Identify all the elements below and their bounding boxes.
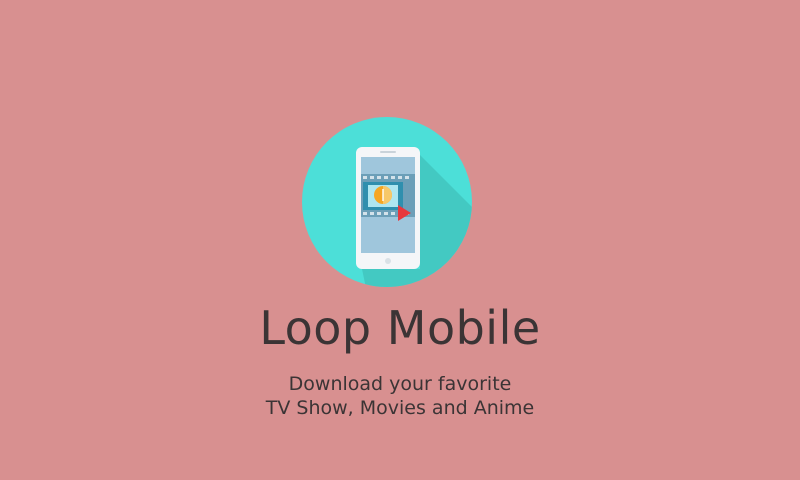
tagline: Download your favorite TV Show, Movies a… [0, 372, 800, 420]
tagline-line-1: Download your favorite [288, 373, 512, 395]
app-title: Loop Mobile [259, 301, 541, 355]
phone-film-play-icon [302, 117, 472, 287]
tagline-line-2: TV Show, Movies and Anime [265, 397, 535, 419]
splash-screen: Loop Mobile Download your favorite TV Sh… [0, 0, 800, 480]
